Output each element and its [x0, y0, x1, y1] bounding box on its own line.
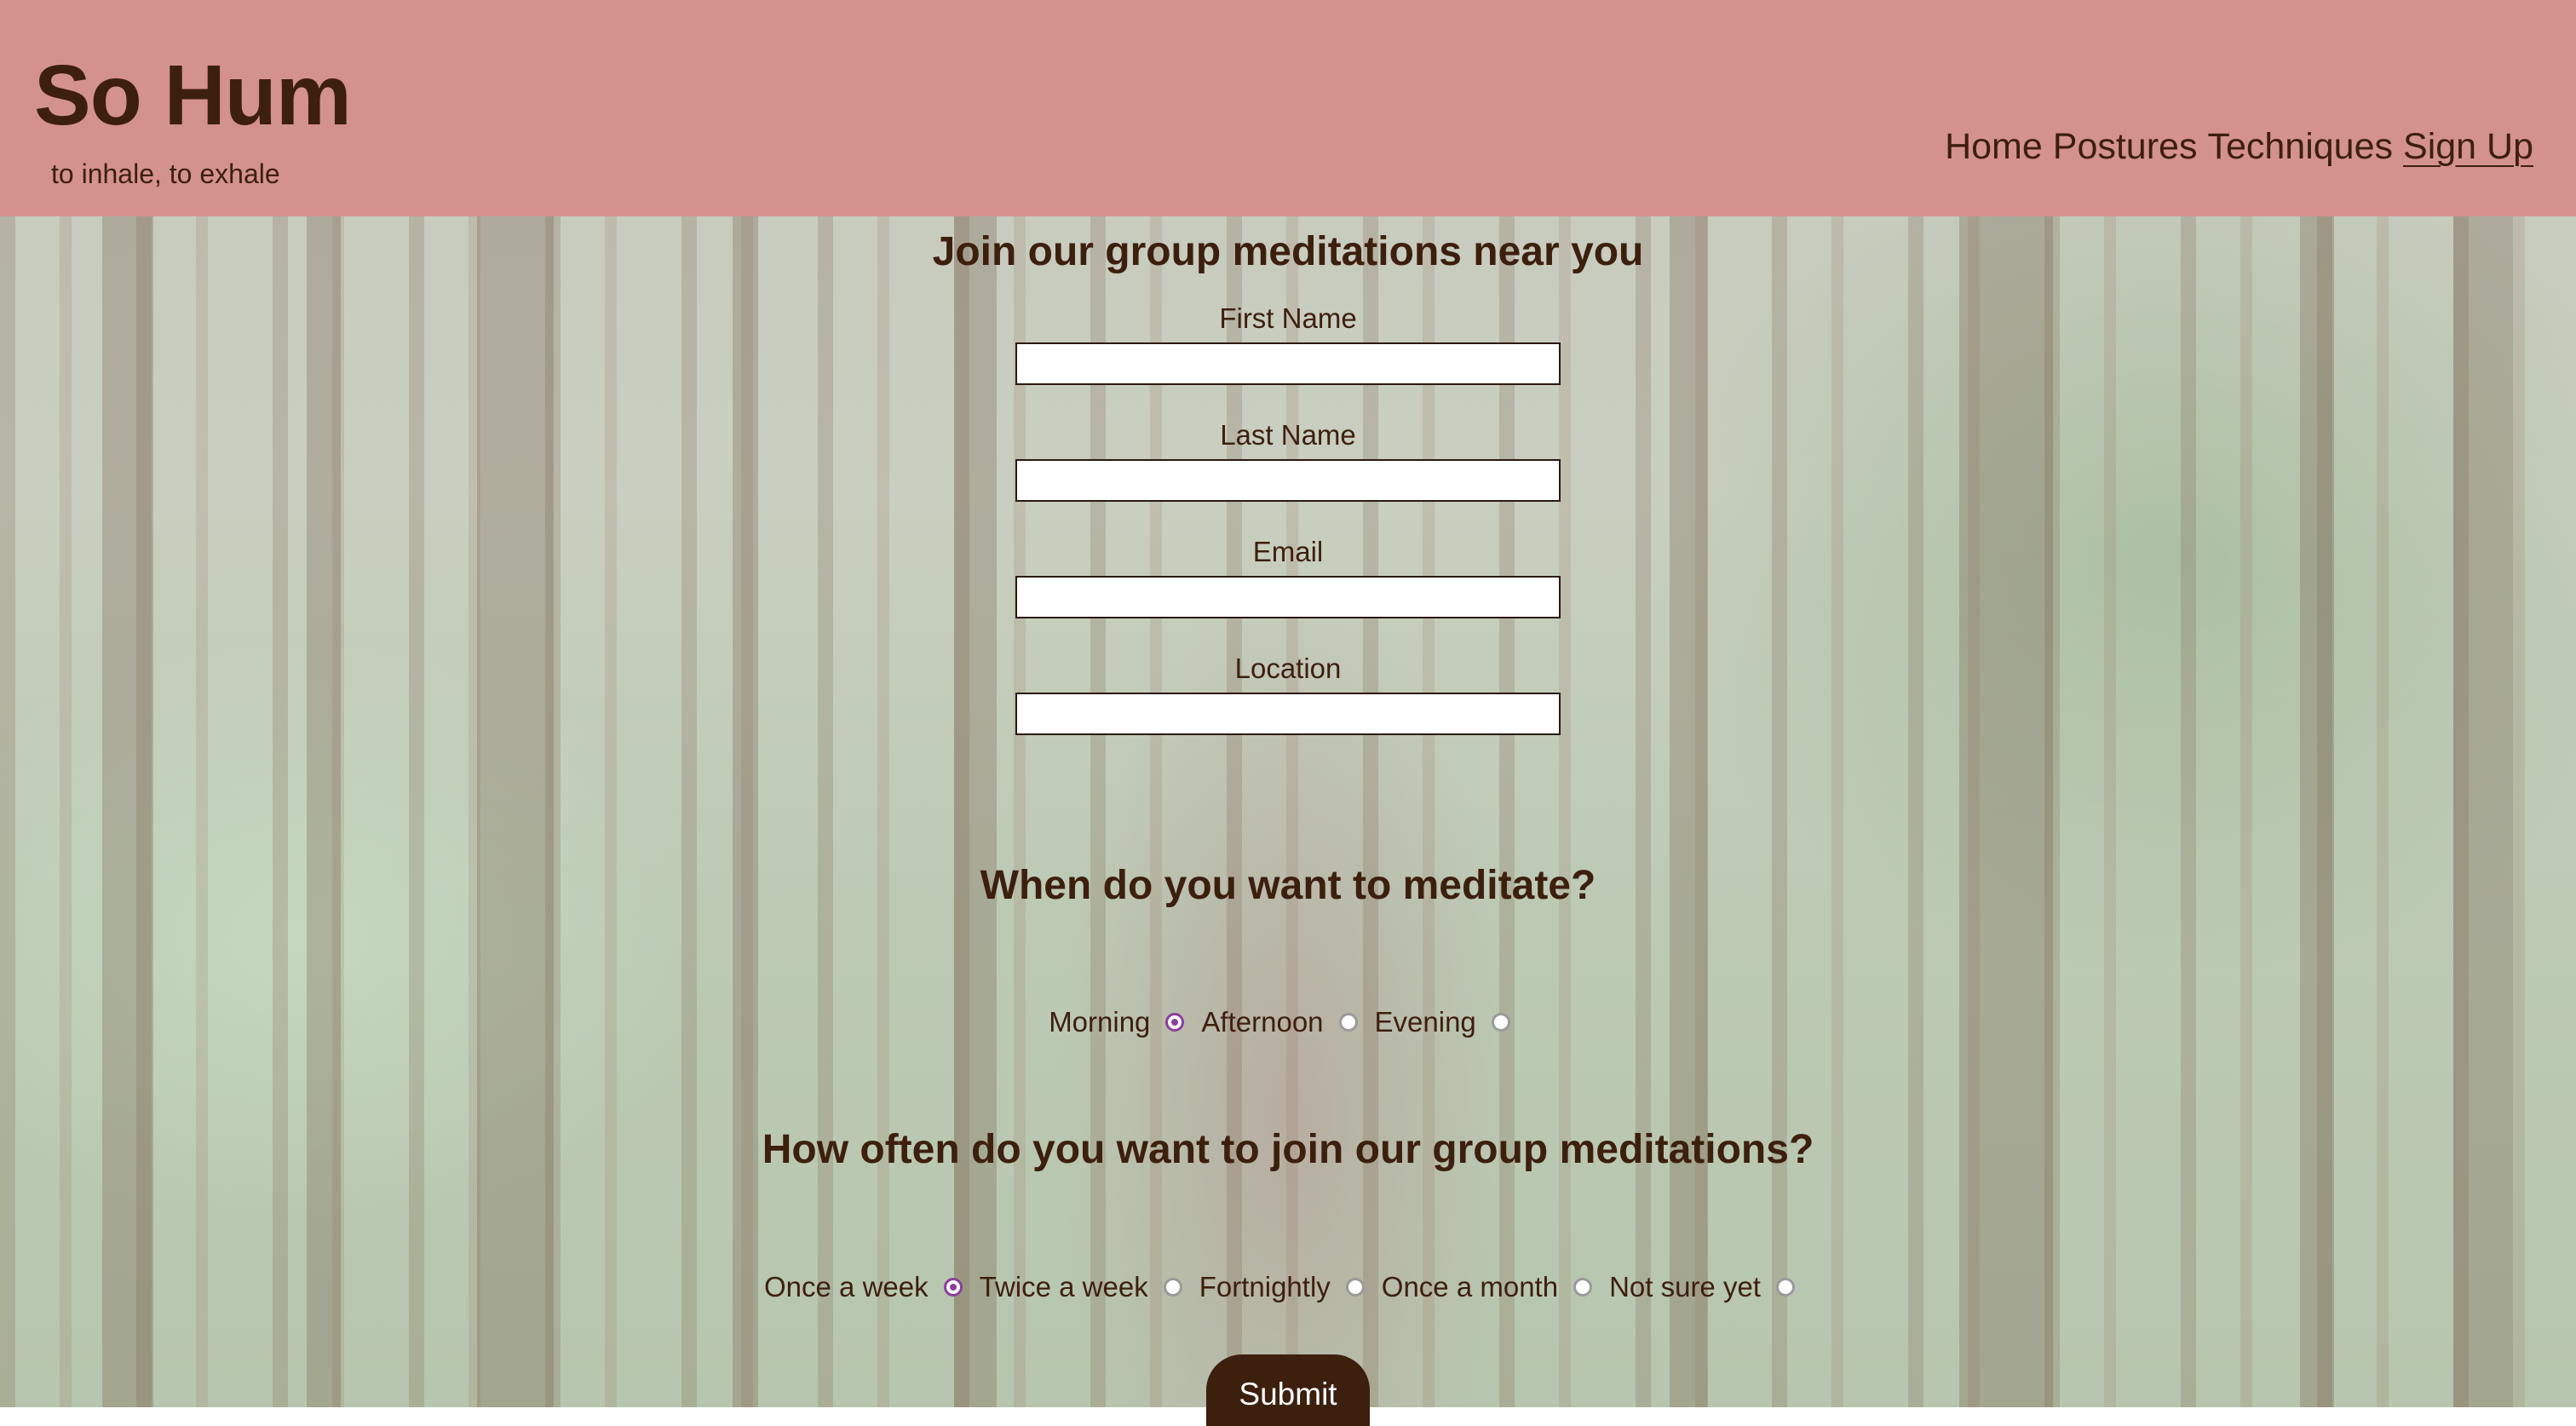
last-name-group: Last Name [0, 418, 2576, 502]
email-input[interactable] [1015, 576, 1561, 618]
frequency-question-heading: How often do you want to join our group … [762, 1127, 1814, 1172]
main-nav: Home Postures Techniques Sign Up [1945, 125, 2533, 168]
site-title: So Hum [34, 48, 352, 143]
last-name-label: Last Name [1220, 419, 1356, 451]
time-radio-group: Morning Afternoon Evening [0, 1005, 2576, 1039]
radio-label-not-sure-yet: Not sure yet [1609, 1271, 1761, 1302]
location-group: Location [0, 652, 2576, 735]
radio-label-morning: Morning [1049, 1006, 1151, 1038]
radio-afternoon[interactable] [1338, 1013, 1358, 1032]
radio-once-a-week[interactable] [943, 1278, 963, 1297]
email-label: Email [1252, 536, 1324, 567]
radio-label-evening: Evening [1374, 1006, 1476, 1038]
radio-not-sure-yet[interactable] [1775, 1278, 1795, 1297]
first-name-label: First Name [1219, 302, 1357, 334]
radio-label-once-a-week: Once a week [764, 1271, 929, 1302]
form-heading: Join our group meditations near you [932, 229, 1644, 274]
radio-label-afternoon: Afternoon [1201, 1006, 1324, 1038]
first-name-group: First Name [0, 302, 2576, 385]
radio-label-twice-a-week: Twice a week [979, 1271, 1148, 1302]
radio-label-once-a-month: Once a month [1381, 1271, 1559, 1302]
radio-evening[interactable] [1491, 1013, 1510, 1032]
nav-link-sign-up[interactable]: Sign Up [2403, 125, 2533, 168]
nav-link-techniques[interactable]: Techniques [2207, 125, 2393, 168]
submit-button[interactable]: Submit [1206, 1354, 1370, 1426]
radio-label-fortnightly: Fortnightly [1199, 1271, 1331, 1302]
nav-link-home[interactable]: Home [1945, 125, 2043, 168]
site-tagline: to inhale, to exhale [51, 158, 280, 189]
first-name-input[interactable] [1015, 342, 1561, 385]
nav-link-postures[interactable]: Postures [2053, 125, 2198, 168]
radio-once-a-month[interactable] [1573, 1278, 1593, 1297]
location-input[interactable] [1015, 693, 1561, 735]
radio-twice-a-week[interactable] [1163, 1278, 1182, 1297]
site-header: So Hum to inhale, to exhale Home Posture… [0, 0, 2576, 216]
frequency-radio-group: Once a week Twice a week Fortnightly Onc… [0, 1270, 2576, 1304]
radio-fortnightly[interactable] [1345, 1278, 1365, 1297]
last-name-input[interactable] [1015, 459, 1561, 502]
location-label: Location [1234, 653, 1342, 684]
radio-morning[interactable] [1165, 1013, 1185, 1032]
time-question-heading: When do you want to meditate? [980, 863, 1596, 908]
email-group: Email [0, 535, 2576, 618]
